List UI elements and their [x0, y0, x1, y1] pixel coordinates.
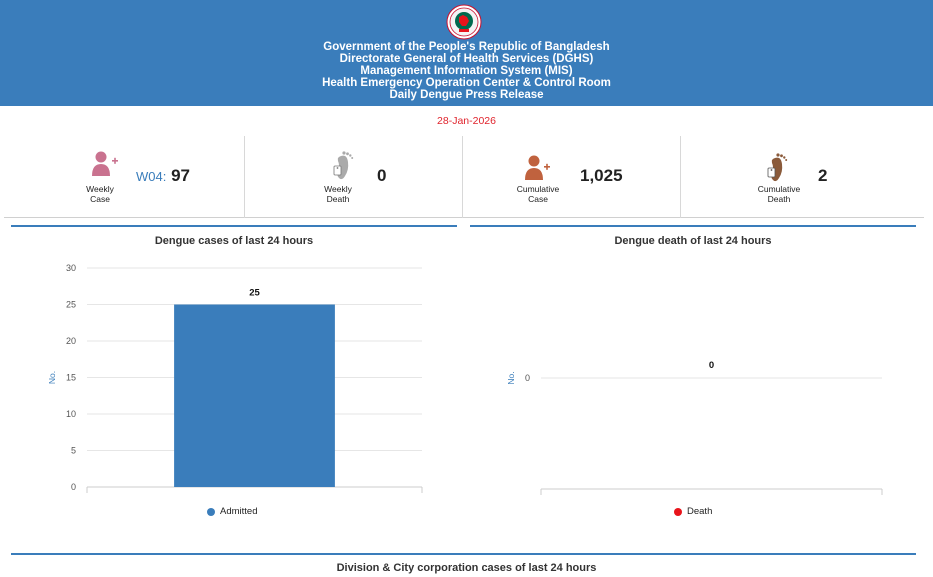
- summary-stats: Weekly Case W04: 97 Weekly Death 0 Cumul…: [4, 136, 924, 218]
- stat-weekly-case-value: W04: 97: [136, 166, 190, 185]
- y-tick-label: 20: [66, 336, 76, 346]
- page-header: Government of the People's Republic of B…: [0, 0, 933, 106]
- person-plus-icon: [92, 151, 118, 176]
- stat-cumulative-case-value: 1,025: [580, 166, 623, 185]
- header-line-press-release: Daily Dengue Press Release: [389, 89, 544, 101]
- stat-cumulative-case: Cumulative Case 1,025: [463, 136, 681, 218]
- stat-cumulative-death-value: 2: [818, 166, 828, 185]
- header-title-block: Government of the People's Republic of B…: [0, 41, 933, 101]
- person-plus-icon: [525, 155, 550, 180]
- header-line-mis: Management Information System (MIS): [360, 65, 573, 77]
- y-tick-label: 0: [525, 373, 530, 383]
- y-tick-label: 15: [66, 373, 76, 383]
- footprint-tag-icon: [333, 151, 354, 180]
- cases-legend-item[interactable]: Admitted: [207, 506, 258, 517]
- report-date: 28-Jan-2026: [437, 115, 496, 127]
- y-tick-label: 30: [66, 263, 76, 273]
- section-divider: [11, 553, 916, 555]
- cases-chart: 0 5 10 15 20 25 30 No. 25: [47, 263, 423, 493]
- division-section-title: Division & City corporation cases of las…: [336, 562, 597, 574]
- stat-weekly-death: Weekly Death 0: [245, 136, 463, 218]
- y-tick-label: 5: [71, 446, 76, 456]
- stat-weekly-death-label: Weekly Death: [324, 184, 352, 204]
- death-legend-marker: [674, 507, 682, 516]
- header-line-dghs: Directorate General of Health Services (…: [339, 53, 594, 65]
- death-chart: 0 No. 0: [506, 360, 883, 495]
- y-axis-label: No.: [506, 371, 516, 384]
- stat-weekly-death-value: 0: [377, 166, 387, 185]
- week-prefix: W04:: [136, 169, 167, 184]
- stat-cumulative-death: Cumulative Death 2: [681, 136, 924, 218]
- bar-admitted: [174, 304, 335, 487]
- stat-cumulative-case-label: Cumulative Case: [516, 184, 560, 204]
- y-tick-label: 25: [66, 300, 76, 310]
- cases-legend-marker: [207, 507, 215, 516]
- stat-weekly-case-label: Weekly Case: [86, 184, 114, 204]
- footprint-tag-icon: [767, 153, 788, 182]
- y-axis-label: No.: [47, 371, 57, 384]
- header-line-control-room: Health Emergency Operation Center & Cont…: [322, 77, 611, 89]
- y-tick-label: 10: [66, 409, 76, 419]
- death-chart-panel: Dengue death of last 24 hours 0 No. 0 Deat…: [470, 225, 916, 525]
- cases-chart-panel: Dengue cases of last 24 hours 0 5 10 15 20 25…: [11, 225, 457, 525]
- bar-data-label: 0: [709, 360, 714, 371]
- stat-weekly-case: Weekly Case W04: 97: [4, 136, 245, 218]
- header-line-government: Government of the People's Republic of B…: [323, 41, 610, 53]
- cases-legend-label: Admitted: [220, 506, 258, 517]
- government-emblem-icon: [446, 4, 482, 40]
- y-tick-label: 0: [71, 482, 76, 492]
- death-legend-item[interactable]: Death: [674, 506, 712, 517]
- death-legend-label: Death: [687, 506, 713, 517]
- stat-cumulative-death-label: Cumulative Death: [757, 184, 801, 204]
- bar-data-label: 25: [249, 288, 260, 299]
